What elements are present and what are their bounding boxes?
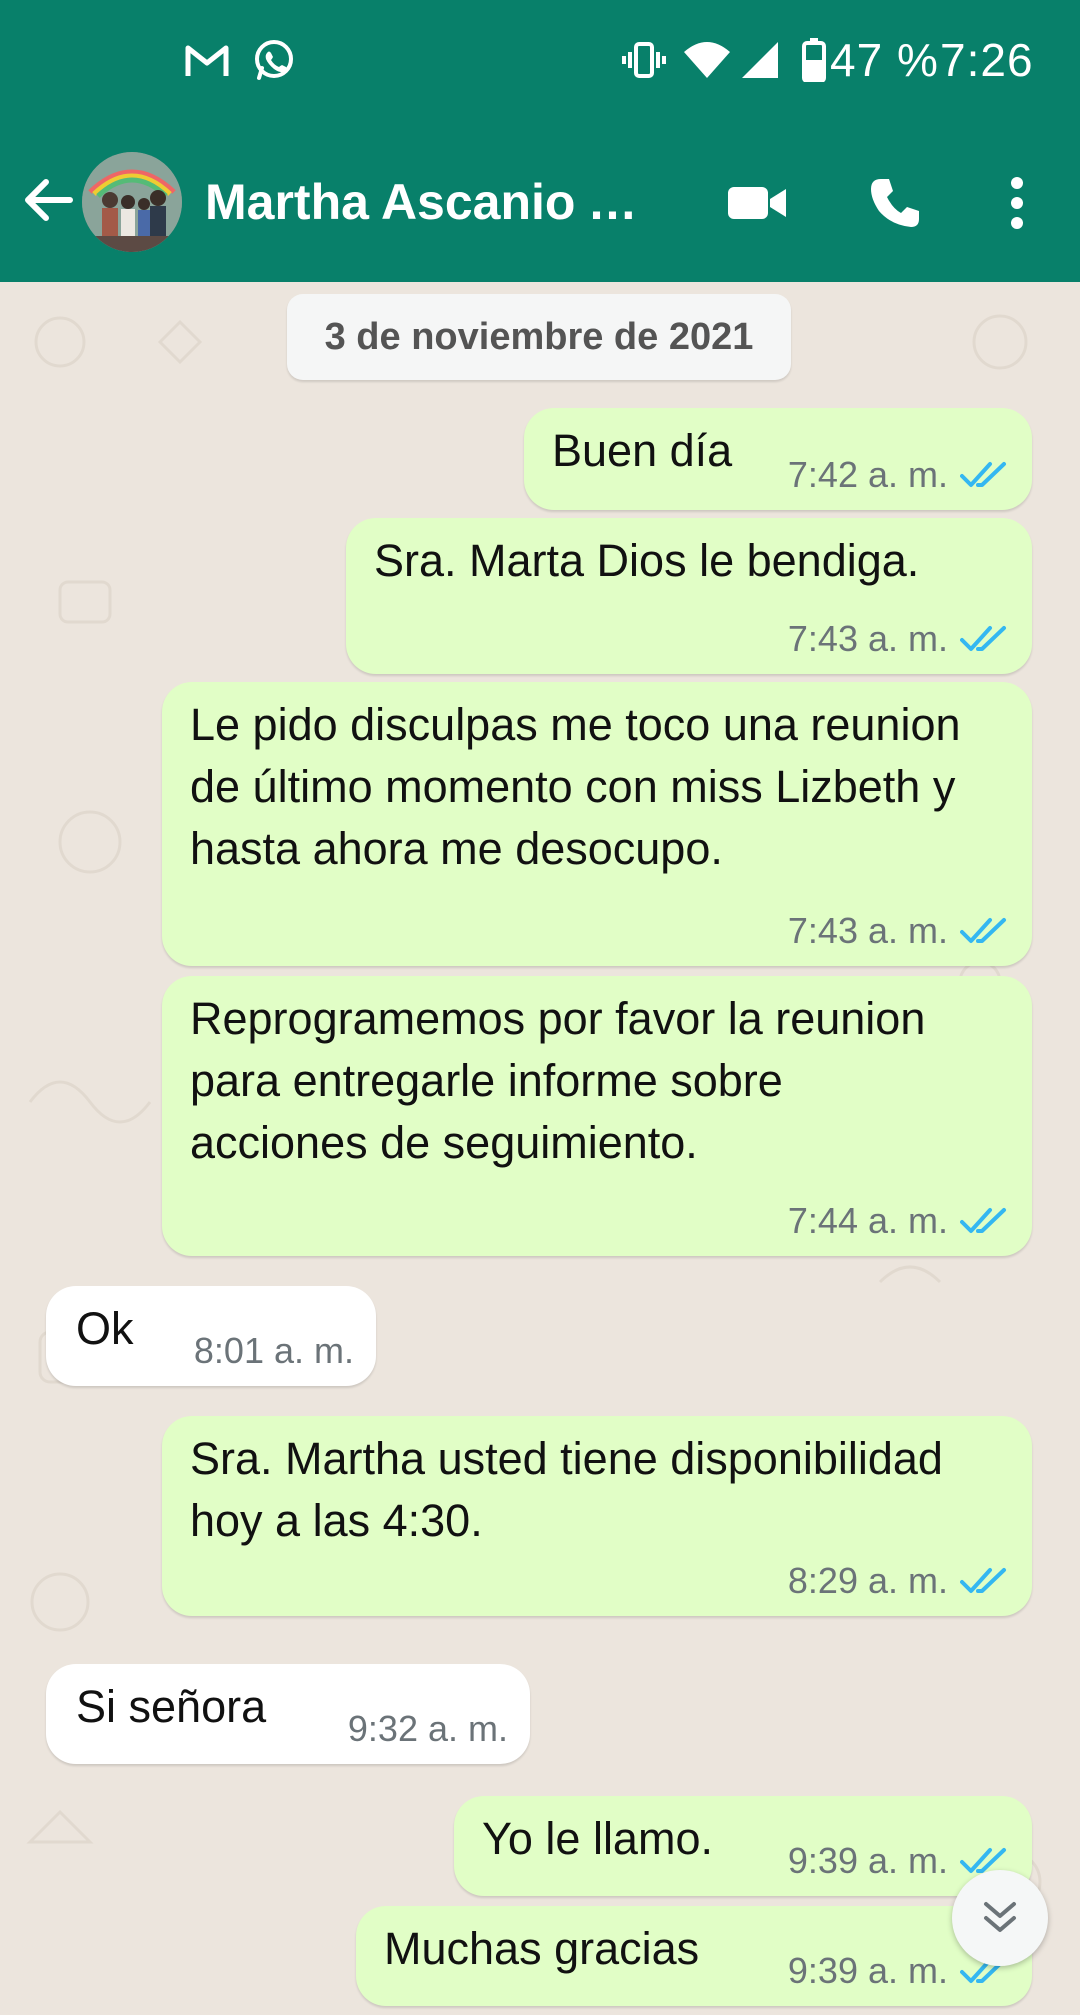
message-time: 7:43 a. m. (787, 618, 948, 659)
message-meta: 7:43 a. m. (788, 614, 1010, 664)
read-ticks-icon (960, 462, 1006, 487)
outgoing-message[interactable]: Muchas gracias 9:39 a. m. (356, 1906, 1032, 2006)
outgoing-message[interactable]: Yo le llamo. 9:39 a. m. (454, 1796, 1032, 1896)
message-text: Le pido disculpas me toco una reunion de… (190, 699, 961, 874)
message-meta: 8:29 a. m. (788, 1556, 1010, 1606)
message-meta: 7:43 a. m. (788, 906, 1010, 956)
phone-call-icon[interactable] (860, 168, 930, 238)
read-ticks-icon (960, 1568, 1006, 1593)
message-time: 9:32 a. m. (347, 1708, 508, 1749)
video-call-icon[interactable] (722, 168, 792, 238)
date-separator: 3 de noviembre de 2021 (287, 294, 791, 380)
signal-icon (740, 30, 780, 90)
message-meta: 7:42 a. m. (788, 450, 1010, 500)
message-text: Reprogramemos por favor la reunion para … (190, 993, 926, 1168)
vibrate-icon (622, 30, 666, 90)
message-time: 8:29 a. m. (787, 1560, 948, 1601)
more-options-icon[interactable] (982, 168, 1052, 238)
message-time: 9:39 a. m. (787, 1950, 948, 1991)
incoming-message[interactable]: Ok 8:01 a. m. (46, 1286, 376, 1386)
scroll-to-bottom-button[interactable] (952, 1870, 1048, 1966)
clock: 7:26 (940, 34, 1034, 86)
status-bar: 47 % 7:26 (0, 0, 1080, 120)
message-time: 7:43 a. m. (787, 910, 948, 951)
message-meta: 7:44 a. m. (788, 1196, 1010, 1246)
read-ticks-icon (960, 626, 1006, 651)
avatar[interactable] (82, 152, 182, 252)
message-text: Si señora (76, 1681, 267, 1732)
message-meta: 9:32 a. m. (348, 1704, 508, 1754)
chat-area[interactable]: 3 de noviembre de 2021 Buen día 7:42 a. … (0, 282, 1080, 2015)
gmail-icon (184, 30, 230, 90)
read-ticks-icon (960, 1208, 1006, 1233)
whatsapp-icon (252, 30, 296, 90)
outgoing-message[interactable]: Buen día 7:42 a. m. (524, 408, 1032, 510)
message-text: Sra. Martha usted tiene disponibilidad h… (190, 1433, 943, 1546)
chat-header: Martha Ascanio Ascanio (0, 140, 1080, 270)
message-meta: 8:01 a. m. (194, 1326, 354, 1376)
message-time: 7:42 a. m. (787, 454, 948, 495)
battery-icon (802, 30, 826, 90)
message-text: Sra. Marta Dios le bendiga. (374, 535, 920, 586)
message-text: Yo le llamo. (482, 1813, 713, 1864)
read-ticks-icon (960, 918, 1006, 943)
message-time: 9:39 a. m. (787, 1840, 948, 1881)
back-arrow-icon[interactable] (18, 170, 78, 230)
outgoing-message[interactable]: Le pido disculpas me toco una reunion de… (162, 682, 1032, 966)
message-time: 7:44 a. m. (787, 1200, 948, 1241)
outgoing-message[interactable]: Sra. Marta Dios le bendiga. 7:43 a. m. (346, 518, 1032, 674)
outgoing-message[interactable]: Reprogramemos por favor la reunion para … (162, 976, 1032, 1256)
battery-percent: 47 % (830, 34, 939, 86)
message-time: 8:01 a. m. (193, 1330, 354, 1371)
incoming-message[interactable]: Si señora 9:32 a. m. (46, 1664, 530, 1764)
outgoing-message[interactable]: Sra. Martha usted tiene disponibilidad h… (162, 1416, 1032, 1616)
double-chevron-down-icon (984, 1902, 1016, 1932)
message-text: Ok (76, 1303, 134, 1354)
message-text: Buen día (552, 425, 733, 476)
message-text: Muchas gracias (384, 1923, 700, 1974)
wifi-icon (682, 30, 732, 90)
contact-name[interactable]: Martha Ascanio Ascanio (205, 170, 665, 234)
